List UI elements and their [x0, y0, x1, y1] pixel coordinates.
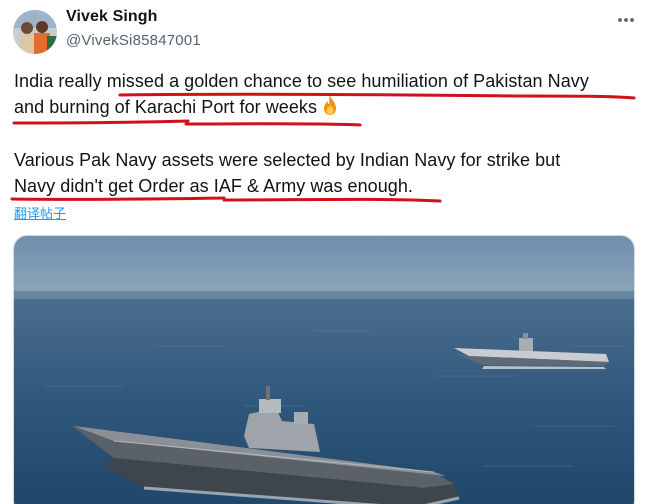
author-handle[interactable]: @VivekSi85847001 — [66, 32, 201, 49]
post-text-paragraph-2: Various Pak Navy assets were selected by… — [14, 147, 641, 199]
post-text-fragment: and burning of Karachi Port for weeks — [14, 97, 318, 117]
translate-post-link[interactable]: 翻译帖子 — [14, 203, 66, 222]
fire-icon — [320, 94, 340, 123]
red-underline — [222, 197, 442, 203]
author-display-name[interactable]: Vivek Singh — [66, 8, 158, 26]
red-underline — [184, 122, 362, 127]
post-card[interactable]: Vivek Singh @VivekSi85847001 India reall… — [0, 0, 653, 504]
post-text-paragraph-1: India really missed a golden chance to s… — [14, 68, 641, 123]
aircraft-carriers-photo — [14, 236, 634, 504]
post-text-line: and burning of Karachi Port for weeks — [14, 94, 641, 123]
avatar[interactable] — [13, 10, 57, 54]
post-text-line: India really missed a golden chance to s… — [14, 71, 589, 91]
post-media-image[interactable] — [13, 235, 635, 504]
more-dots-icon — [618, 18, 634, 22]
post-text-line: Navy didn't get Order as IAF & Army was … — [14, 176, 413, 196]
post-text-line: Various Pak Navy assets were selected by… — [14, 150, 561, 170]
more-options-button[interactable] — [615, 11, 637, 29]
